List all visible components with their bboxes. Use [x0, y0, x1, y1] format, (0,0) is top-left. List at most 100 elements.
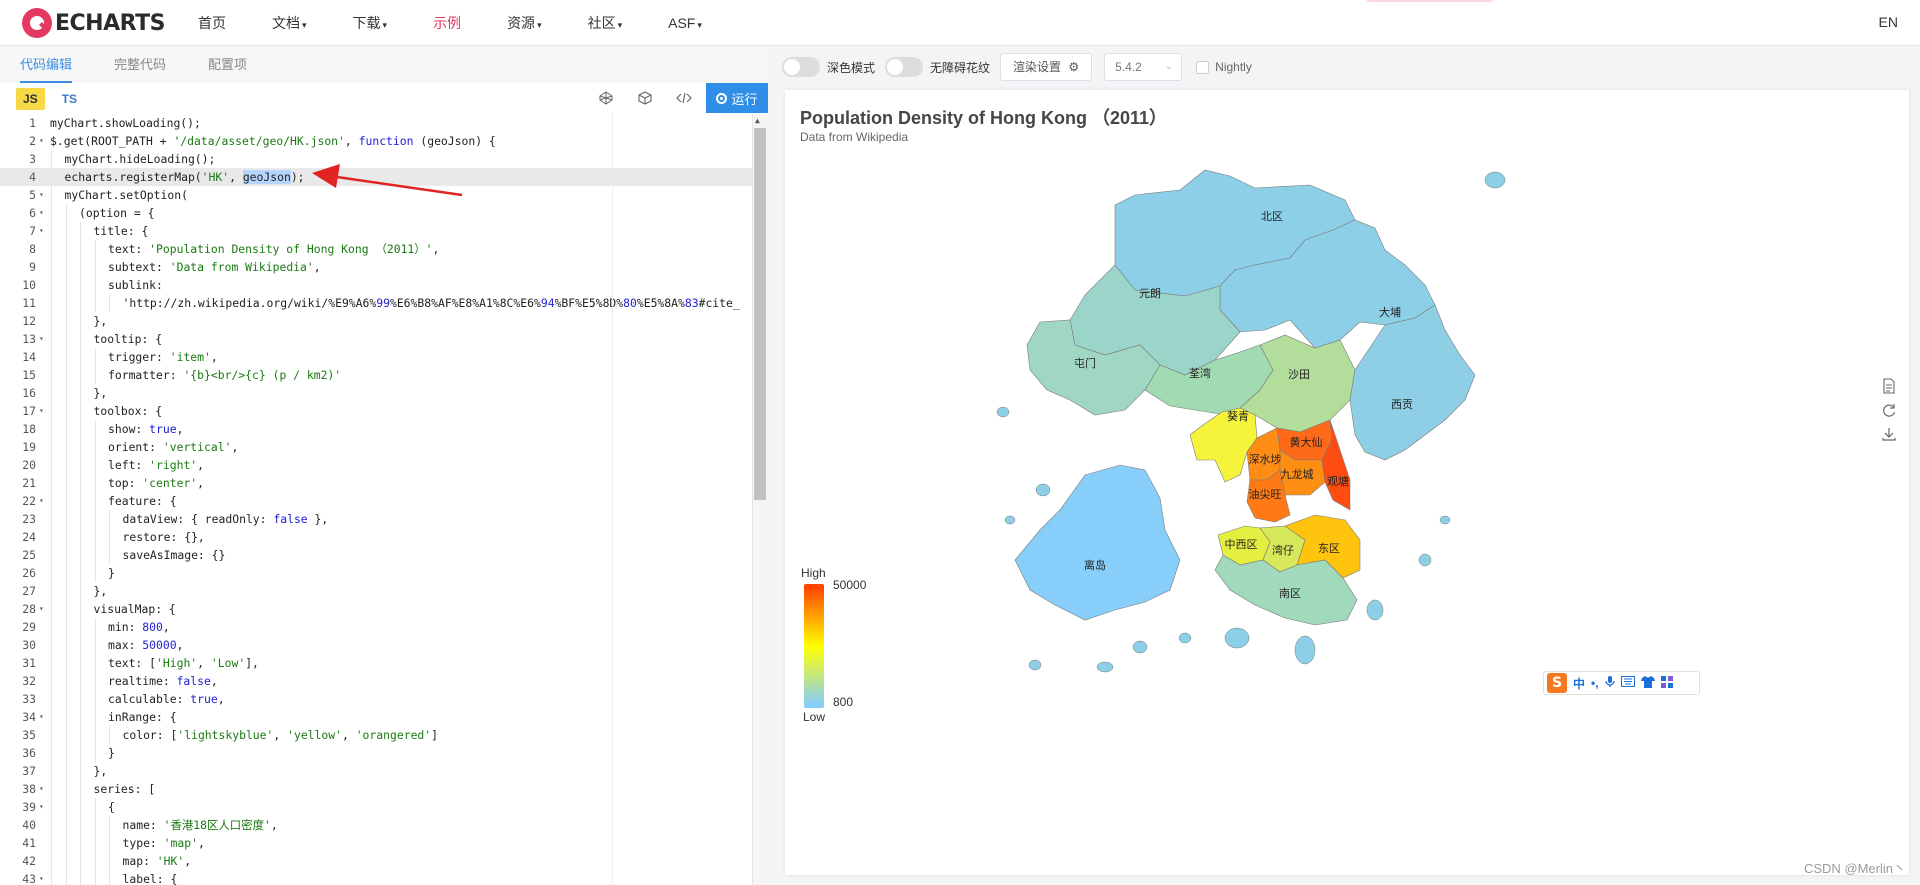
code-line[interactable]: 17 ▾ toolbox: { [0, 402, 768, 420]
code-line[interactable]: 3 myChart.hideLoading(); [0, 150, 768, 168]
indent-guide [65, 492, 67, 510]
code-line[interactable]: 2 ▾ $.get(ROOT_PATH + '/data/asset/geo/HK.… [0, 132, 768, 150]
restore-icon[interactable] [1880, 402, 1898, 422]
ime-chinese-mode[interactable]: 中 [1573, 675, 1585, 692]
code-line[interactable]: 8 text: 'Population Density of Hong Kong … [0, 240, 768, 258]
ime-keyboard-icon[interactable] [1620, 676, 1635, 690]
dark-mode-toggle[interactable] [782, 57, 820, 77]
code-line[interactable]: 20 left: 'right', [0, 456, 768, 474]
fold-toggle-icon[interactable]: ▾ [39, 222, 44, 240]
hk-map[interactable]: 北区大埔 元朗屯门荃湾 沙田西贡葵青黄大仙深水埗九龙城观塘油尖旺离岛 中西区 湾仔 东区南… [785, 90, 1909, 875]
code-text: orient: 'vertical', [108, 440, 239, 454]
code-line[interactable]: 24 restore: {}, [0, 528, 768, 546]
nav-item[interactable]: 资源 ▾ [507, 13, 542, 33]
fold-toggle-icon[interactable]: ▾ [39, 780, 44, 798]
ime-toolbar[interactable]: S 中 •, [1543, 671, 1700, 695]
echarts-logo[interactable]: ECHARTS [22, 6, 165, 40]
render-settings-button[interactable]: 渲染设置 ⚙ [1000, 53, 1093, 81]
code-line[interactable]: 15 formatter: '{b}<br/>{c} (p / km2)' [0, 366, 768, 384]
chart-container[interactable]: Population Density of Hong Kong （2011） D… [785, 90, 1909, 875]
fold-toggle-icon[interactable]: ▾ [39, 186, 44, 204]
nav-item[interactable]: 社区 ▾ [588, 13, 623, 33]
fold-toggle-icon[interactable]: ▾ [39, 600, 44, 618]
nav-item[interactable]: 文档 ▾ [272, 13, 307, 33]
code-line[interactable]: 32 realtime: false, [0, 672, 768, 690]
editor-tab[interactable]: 配置项 [208, 47, 247, 83]
code-line[interactable]: 27}, [0, 582, 768, 600]
nav-item[interactable]: ASF ▾ [668, 15, 702, 31]
visualmap-handle-bottom[interactable] [804, 703, 824, 708]
code-line[interactable]: 30 max: 50000, [0, 636, 768, 654]
code-line[interactable]: 7 ▾ title: { [0, 222, 768, 240]
fold-toggle-icon[interactable]: ▾ [39, 330, 44, 348]
fold-toggle-icon[interactable]: ▾ [39, 402, 44, 420]
codesandbox-icon[interactable] [637, 91, 653, 107]
code-line[interactable]: 31 text: ['High', 'Low'], [0, 654, 768, 672]
language-switch[interactable]: EN [1879, 14, 1898, 30]
code-line[interactable]: 6 ▾ (option = { [0, 204, 768, 222]
code-line[interactable]: 43 ▾ label: { [0, 870, 768, 885]
ime-punctuation-icon[interactable]: •, [1591, 676, 1599, 690]
nightly-checkbox[interactable] [1196, 60, 1210, 74]
code-line[interactable]: 25 saveAsImage: {} [0, 546, 768, 564]
code-icon[interactable] [676, 91, 692, 107]
editor-scrollbar-thumb[interactable] [754, 128, 766, 500]
code-line[interactable]: 35 color: ['lightskyblue', 'yellow', 'ora… [0, 726, 768, 744]
fold-toggle-icon[interactable]: ▾ [39, 204, 44, 222]
code-line[interactable]: 19 orient: 'vertical', [0, 438, 768, 456]
save-as-image-icon[interactable] [1880, 426, 1898, 446]
code-line[interactable]: 34 ▾ inRange: { [0, 708, 768, 726]
code-line[interactable]: 26} [0, 564, 768, 582]
code-line[interactable]: 37}, [0, 762, 768, 780]
code-line[interactable]: 40 name: '香港18区人口密度', [0, 816, 768, 834]
code-line[interactable]: 14 trigger: 'item', [0, 348, 768, 366]
codepen-icon[interactable] [598, 91, 614, 107]
code-line[interactable]: 12}, [0, 312, 768, 330]
ime-microphone-icon[interactable] [1604, 675, 1615, 691]
code-line[interactable]: 33 calculable: true, [0, 690, 768, 708]
fold-toggle-icon[interactable]: ▾ [39, 492, 44, 510]
map-region-label: 深水埗 [1249, 452, 1282, 466]
visualmap-bar[interactable] [804, 587, 824, 705]
fold-toggle-icon[interactable]: ▾ [39, 870, 44, 885]
js-tab[interactable]: JS [16, 87, 45, 110]
code-line[interactable]: 21 top: 'center', [0, 474, 768, 492]
data-view-icon[interactable] [1880, 378, 1898, 398]
code-line[interactable]: 29 min: 800, [0, 618, 768, 636]
code-line[interactable]: 39 ▾ { [0, 798, 768, 816]
ime-skin-icon[interactable] [1640, 675, 1655, 691]
ts-tab[interactable]: TS [55, 88, 84, 110]
code-line[interactable]: 10 sublink: [0, 276, 768, 294]
code-line[interactable]: 1 myChart.showLoading(); [0, 114, 768, 132]
code-line[interactable]: 23 dataView: { readOnly: false }, [0, 510, 768, 528]
code-line[interactable]: 11 'http://zh.wikipedia.org/wiki/%E9%A6%9… [0, 294, 768, 312]
code-line[interactable]: 9 subtext: 'Data from Wikipedia', [0, 258, 768, 276]
run-button[interactable]: 运行 [706, 83, 768, 113]
editor-tab[interactable]: 完整代码 [114, 47, 166, 83]
code-area[interactable]: 1 myChart.showLoading(); 2 ▾ $.get(ROOT_PATH… [0, 114, 768, 885]
code-line[interactable]: 38 ▾ series: [ [0, 780, 768, 798]
code-line[interactable]: 5 ▾ myChart.setOption( [0, 186, 768, 204]
code-line[interactable]: 42 map: 'HK', [0, 852, 768, 870]
code-line[interactable]: 36} [0, 744, 768, 762]
ime-menu-icon[interactable] [1660, 675, 1673, 691]
visualmap-handle-top[interactable] [804, 584, 824, 589]
code-line[interactable]: 13 ▾ tooltip: { [0, 330, 768, 348]
code-line[interactable]: 41 type: 'map', [0, 834, 768, 852]
nav-item[interactable]: 首页 [198, 13, 226, 33]
map-region[interactable] [1349, 304, 1476, 461]
scroll-up-icon[interactable]: ▲ [755, 116, 760, 125]
code-line[interactable]: 22 ▾ feature: { [0, 492, 768, 510]
nav-item[interactable]: 下载 ▾ [353, 13, 388, 33]
editor-tab[interactable]: 代码编辑 [20, 47, 73, 83]
nav-item[interactable]: 示例 [433, 13, 461, 33]
aria-pattern-toggle[interactable] [885, 57, 924, 77]
version-select[interactable]: 5.4.2 ⌄ [1104, 53, 1183, 81]
code-line[interactable]: 18 show: true, [0, 420, 768, 438]
code-line[interactable]: 16}, [0, 384, 768, 402]
fold-toggle-icon[interactable]: ▾ [39, 798, 44, 816]
code-line[interactable]: 28 ▾ visualMap: { [0, 600, 768, 618]
fold-toggle-icon[interactable]: ▾ [39, 708, 44, 726]
code-line[interactable]: 4 echarts.registerMap('HK', geoJson); [0, 168, 768, 186]
fold-toggle-icon[interactable]: ▾ [39, 132, 44, 150]
